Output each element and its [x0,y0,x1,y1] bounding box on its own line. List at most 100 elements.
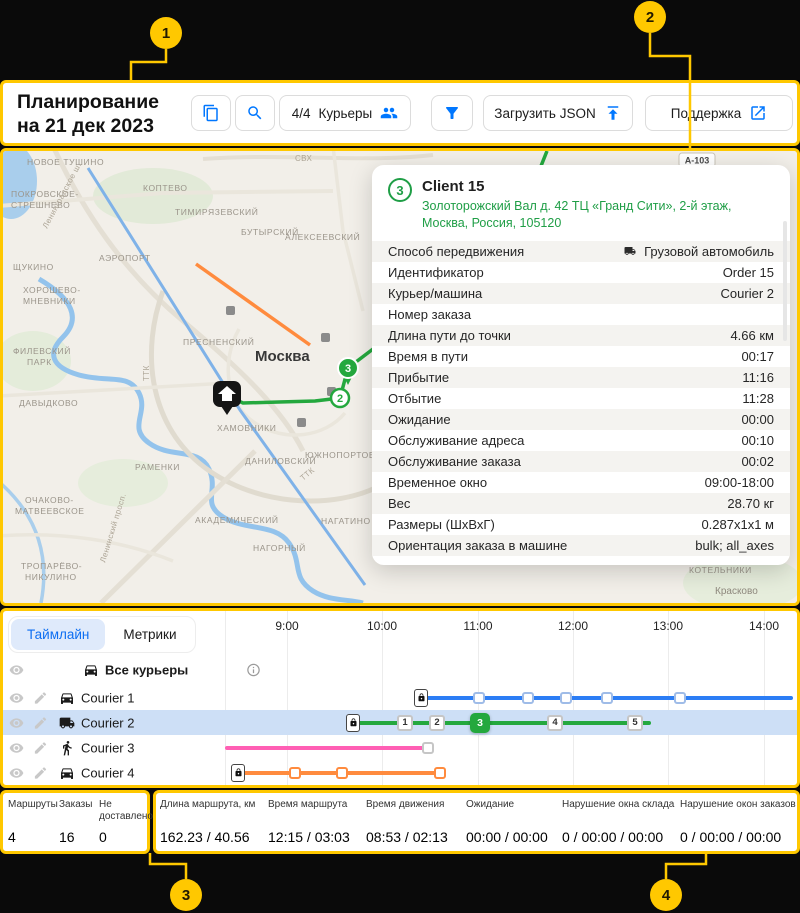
timeline-row-courier-4[interactable]: Courier 4 [3,760,797,785]
courier-name: Courier 2 [81,715,134,730]
edit-pencil-icon[interactable] [33,740,48,755]
stat-label: Нарушение окна склада [562,799,674,811]
couriers-count: 4/4 [292,106,311,121]
stop-marker[interactable] [422,742,434,754]
popup-row: Способ передвиженияГрузовой автомобиль [372,241,790,262]
timeline-row-all-couriers[interactable]: Все курьеры [3,655,797,685]
map-stop-marker-2[interactable]: 2 [331,389,349,407]
popup-address: Золоторожский Вал д. 42 ТЦ «Гранд Сити»,… [422,198,774,232]
stop-marker[interactable] [601,692,613,704]
info-icon[interactable] [246,663,261,678]
popup-row-label: Прибытие [388,370,449,385]
stat-cell: Время маршрута12:15 / 03:03 [268,799,350,845]
stop-marker[interactable]: 5 [627,715,643,731]
timeline-row-courier-3[interactable]: Courier 3 [3,735,797,760]
stat-label: Время маршрута [268,799,350,811]
stat-cell: Нарушение окна склада0 / 00:00 / 00:00 [562,799,674,845]
popup-row-value: 4.66 км [730,328,774,343]
map-popup: 3 Client 15 Золоторожский Вал д. 42 ТЦ «… [372,165,790,565]
popup-row-label: Ориентация заказа в машине [388,538,567,553]
stat-label: Ожидание [466,799,548,811]
stop-marker[interactable]: 4 [547,715,563,731]
depot-marker[interactable] [346,714,360,732]
stop-marker[interactable] [434,767,446,779]
stop-marker[interactable] [289,767,301,779]
support-button[interactable]: Поддержка [645,95,793,131]
popup-table: Способ передвиженияГрузовой автомобильИд… [372,241,790,556]
search-icon [246,104,264,122]
map[interactable]: НОВОЕ ТУШИНОПОКРОВСКОЕ-СТРЕШНЕВОКОПТЕВОТ… [0,148,800,606]
stat-cell: Ожидание00:00 / 00:00 [466,799,548,845]
map-label: ПАРК [27,357,52,367]
stat-cell: Заказы16 [59,799,92,845]
tab-timeline[interactable]: Таймлайн [11,619,105,650]
filter-button[interactable] [431,95,473,131]
stop-marker[interactable] [560,692,572,704]
map-label: ФИЛЕВСКИЙ [13,345,71,356]
popup-row-value: 00:02 [741,454,774,469]
depot-marker[interactable] [414,689,428,707]
popup-row-value: Order 15 [723,265,774,280]
couriers-button[interactable]: 4/4 Курьеры [279,95,411,131]
stat-cell: Маршруты4 [8,799,58,845]
stat-value: 0 / 00:00 / 00:00 [680,829,796,845]
popup-row-value: 0.287x1x1 м [701,517,774,532]
popup-row-value: 11:16 [742,370,774,385]
stat-value: 0 [99,829,149,845]
annotation-marker-1: 1 [150,17,182,49]
map-label: ЩУКИНО [13,262,54,272]
duplicate-plan-button[interactable] [191,95,231,131]
upload-json-button[interactable]: Загрузить JSON [483,95,633,131]
map-label: ТРОПАРЁВО- [21,561,82,571]
stat-label: Нарушение окон заказов [680,799,796,811]
stat-label: Заказы [59,799,92,811]
map-label: ТТК [142,365,151,381]
visibility-eye-icon[interactable] [9,765,24,780]
stop-marker[interactable]: 2 [429,715,445,731]
visibility-eye-icon[interactable] [9,740,24,755]
upload-icon [604,104,622,122]
popup-row: Ожидание00:00 [372,409,790,430]
popup-row-value: bulk; all_axes [695,538,774,553]
stop-marker[interactable] [336,767,348,779]
route-bar[interactable] [225,746,428,750]
edit-pencil-icon[interactable] [33,715,48,730]
visibility-eye-icon[interactable] [9,715,24,730]
stat-cell: Не доставлено0 [99,799,149,845]
stop-marker[interactable] [522,692,534,704]
edit-pencil-icon[interactable] [33,765,48,780]
timeline-row-courier-2[interactable]: Courier 2 12 3 4 5 [3,710,797,735]
timeline-row-courier-1[interactable]: Courier 1 [3,685,797,710]
popup-row: Курьер/машинаCourier 2 [372,283,790,304]
annotation-marker-3: 3 [170,879,202,911]
popup-scrollbar[interactable] [783,221,787,341]
tab-metrics[interactable]: Метрики [107,619,192,650]
visibility-eye-icon[interactable] [9,663,24,678]
page-title: Планирование на 21 дек 2023 [17,91,159,139]
stop-marker-active[interactable]: 3 [470,713,490,733]
map-label: НОВОЕ ТУШИНО [27,157,104,167]
stat-label: Длина маршрута, км [160,799,255,811]
stop-marker[interactable] [473,692,485,704]
map-label: КОПТЕВО [143,183,188,193]
popup-row: Отбытие11:28 [372,388,790,409]
support-label: Поддержка [671,106,741,121]
courier-name: Courier 1 [81,690,134,705]
depot-marker[interactable] [231,764,245,782]
map-label: ОЧАКОВО- [25,495,74,505]
external-link-icon [749,104,767,122]
courier-name: Courier 4 [81,765,134,780]
stop-marker[interactable] [674,692,686,704]
stop-marker[interactable]: 1 [397,715,413,731]
popup-row-label: Вес [388,496,410,511]
stop-number-badge: 3 [388,178,412,202]
edit-pencil-icon[interactable] [33,690,48,705]
popup-row-value: Грузовой автомобиль [622,244,774,259]
map-label: АЛЕКСЕЕВСКИЙ [285,231,360,242]
visibility-eye-icon[interactable] [9,690,24,705]
stat-cell: Нарушение окон заказов 0 / 00:00 / 00:00 [680,799,796,845]
popup-row-label: Размеры (ШхВхГ) [388,517,495,532]
stat-label: Маршруты [8,799,58,811]
search-button[interactable] [235,95,275,131]
popup-row: Обслуживание адреса00:10 [372,430,790,451]
